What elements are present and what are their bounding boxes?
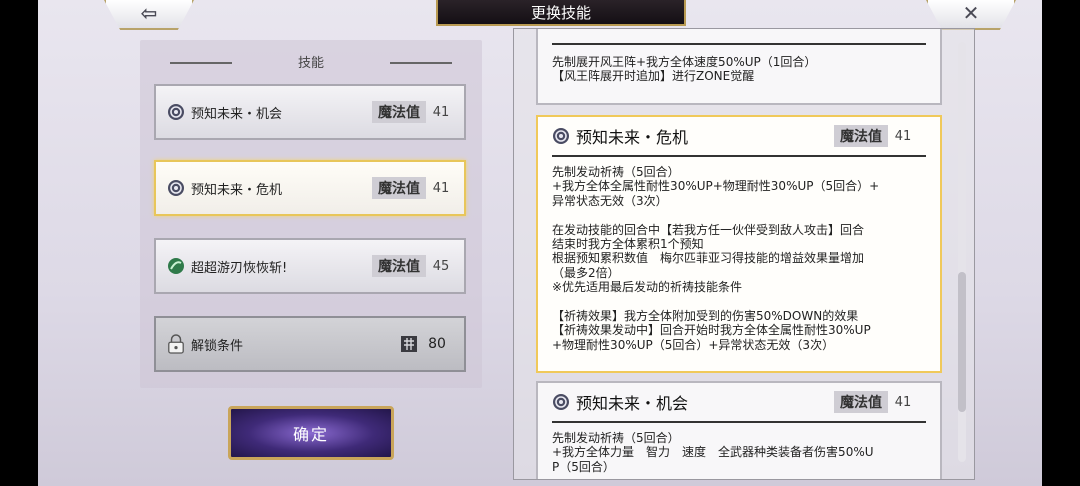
skill-name: 预知未来・危机 [191,182,283,198]
right-letterbox [1042,0,1080,486]
detail-scrollbar[interactable] [958,42,966,462]
left-letterbox [0,0,38,486]
mp-value: 41 [894,128,912,144]
close-button[interactable]: ✕ [926,0,1016,30]
skill-detail-name: 预知未来・机会 [576,394,689,413]
scrollbar-thumb[interactable] [958,272,966,412]
skill-name: 预知未来・机会 [191,106,283,122]
header-divider-right [390,62,452,64]
unlock-cost: 80 [428,336,446,352]
mp-value: 41 [432,104,450,120]
mp-label: 魔法值 [834,125,888,147]
back-arrow-icon: ⇦ [140,1,158,25]
partial-title-divider [552,29,926,45]
stamp-icon [398,333,420,355]
lotus-icon [167,179,185,197]
unlock-condition-label: 解锁条件 [191,338,244,354]
lotus-icon [552,127,570,145]
locked-slot[interactable]: 解锁条件 80 [154,316,466,372]
mp-value: 41 [432,180,450,196]
back-button[interactable]: ⇦ [104,0,194,30]
skill-detail-crisis: 预知未来・危机 魔法值 41 先制发动祈祷（5回合） +我方全体全属性耐性30%… [536,115,942,373]
mp-label: 魔法值 [372,255,426,277]
lock-icon [167,334,185,354]
skill-card-crisis[interactable]: 预知未来・危机 魔法值 41 [154,160,466,216]
close-icon: ✕ [962,1,980,25]
green-orb-icon [167,257,185,275]
skill-detail-chance: 预知未来・机会 魔法值 41 先制发动祈祷（5回合） +我方全体力量 智力 速度… [536,381,942,479]
skill-detail-header: 预知未来・机会 魔法值 41 [552,383,926,423]
mp-value: 41 [894,394,912,410]
mp-value: 45 [432,258,450,274]
skill-card-chance[interactable]: 预知未来・机会 魔法值 41 [154,84,466,140]
mp-label: 魔法值 [834,391,888,413]
skill-card-slash[interactable]: 超超游刃恢恢斩! 魔法值 45 [154,238,466,294]
skills-panel: 技能 预知未来・机会 魔法值 41 预知未来・危机 魔法值 41 超超游刃恢恢斩… [140,40,482,388]
skill-name: 超超游刃恢恢斩! [191,260,288,276]
mp-label: 魔法值 [372,101,426,123]
skill-detail-list[interactable]: 先制展开风王阵+我方全体速度50%UP（1回合） 【风王阵展开时追加】进行ZON… [513,28,975,480]
skill-detail-name: 预知未来・危机 [576,128,689,147]
lotus-icon [552,393,570,411]
lotus-icon [167,103,185,121]
skill-description: 先制发动祈祷（5回合） +我方全体全属性耐性30%UP+物理耐性30%UP（5回… [552,165,880,352]
mp-label: 魔法值 [372,177,426,199]
confirm-button[interactable]: 确定 [228,406,394,460]
skill-description: 先制展开风王阵+我方全体速度50%UP（1回合） 【风王阵展开时追加】进行ZON… [552,55,817,84]
page-title: 更换技能 [436,0,686,26]
skill-detail-partial: 先制展开风王阵+我方全体速度50%UP（1回合） 【风王阵展开时追加】进行ZON… [536,29,942,105]
page-title-text: 更换技能 [530,3,591,22]
skill-description: 先制发动祈祷（5回合） +我方全体力量 智力 速度 全武器种类装备者伤害50%U… [552,431,874,474]
skill-detail-header: 预知未来・危机 魔法值 41 [552,117,926,157]
